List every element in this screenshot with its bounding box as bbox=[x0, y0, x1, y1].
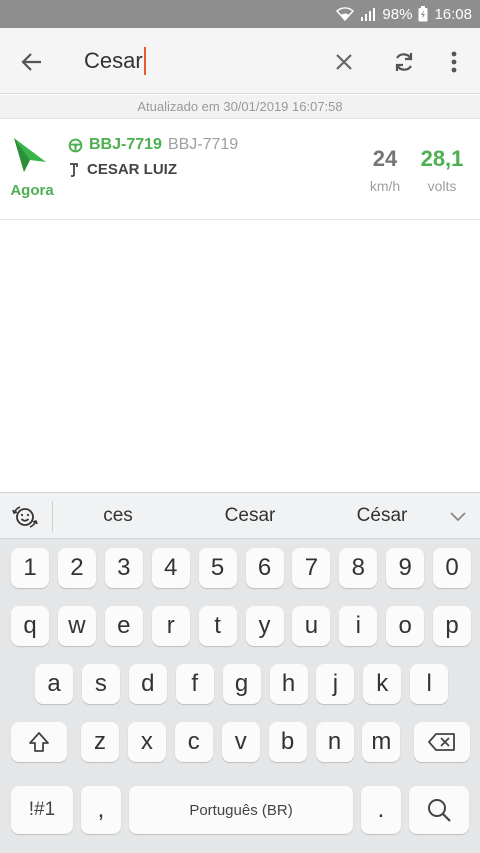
row2-key-7[interactable]: k bbox=[363, 664, 402, 704]
soft-keyboard: ces Cesar César 1234567890 qwertyuiop as… bbox=[0, 492, 480, 853]
row1-key-0[interactable]: q bbox=[11, 606, 49, 646]
screen: 98% 16:08 Cesar Atualizado em 30/01/2019… bbox=[0, 0, 480, 853]
close-icon bbox=[336, 54, 352, 70]
row2-key-4[interactable]: g bbox=[222, 664, 261, 704]
navigation-arrow-icon bbox=[14, 138, 46, 172]
search-key[interactable] bbox=[409, 786, 469, 834]
row_numbers-key-7[interactable]: 8 bbox=[339, 548, 378, 588]
voltage-unit: volts bbox=[427, 178, 457, 194]
voltage-block: 28,1 volts bbox=[414, 146, 470, 194]
wifi-icon bbox=[336, 7, 355, 21]
row1-key-1[interactable]: w bbox=[57, 606, 96, 646]
row1-key-4[interactable]: t bbox=[198, 606, 237, 646]
row1-key-8[interactable]: o bbox=[386, 606, 425, 646]
arrow-left-icon bbox=[21, 53, 41, 71]
row2-key-5[interactable]: h bbox=[269, 664, 308, 704]
battery-percent: 98% bbox=[382, 5, 413, 23]
refresh-button[interactable] bbox=[388, 46, 420, 78]
vehicle-plate: BBJ-7719 bbox=[89, 136, 162, 153]
chevron-down-icon bbox=[450, 512, 466, 522]
row_numbers-key-4[interactable]: 5 bbox=[198, 548, 237, 588]
row3-key-1[interactable]: x bbox=[127, 722, 166, 762]
voltage-value: 28,1 bbox=[420, 146, 464, 171]
last-updated-label: Atualizado em 30/01/2019 16:07:58 bbox=[0, 95, 480, 119]
row1-key-2[interactable]: e bbox=[104, 606, 143, 646]
row3-key-2[interactable]: c bbox=[174, 722, 213, 762]
suggestion-1[interactable]: ces bbox=[78, 505, 158, 527]
overflow-menu-button[interactable] bbox=[440, 46, 468, 78]
back-button[interactable] bbox=[16, 46, 48, 78]
row1-key-3[interactable]: r bbox=[151, 606, 190, 646]
suggestion-divider bbox=[52, 501, 53, 532]
row_numbers-key-9[interactable]: 0 bbox=[433, 548, 472, 588]
row3-key-6[interactable]: m bbox=[362, 722, 401, 762]
driver-name: CESAR LUIZ bbox=[87, 161, 177, 178]
last-seen-label: Agora bbox=[10, 182, 54, 199]
backspace-key[interactable] bbox=[414, 722, 470, 762]
row2-key-3[interactable]: f bbox=[175, 664, 214, 704]
clock: 16:08 bbox=[434, 5, 472, 23]
steering-wheel-icon bbox=[68, 138, 83, 152]
driver-icon bbox=[70, 163, 78, 177]
text-caret bbox=[143, 47, 146, 75]
row1-key-9[interactable]: p bbox=[433, 606, 472, 646]
row2-key-8[interactable]: l bbox=[410, 664, 449, 704]
period-key[interactable]: . bbox=[361, 786, 401, 834]
row1-key-7[interactable]: i bbox=[339, 606, 378, 646]
vehicle-plate-secondary: BBJ-7719 bbox=[167, 136, 239, 153]
row_numbers-key-3[interactable]: 4 bbox=[151, 548, 190, 588]
plate-line: BBJ-7719 BBJ-7719 bbox=[68, 136, 238, 154]
search-icon bbox=[428, 799, 451, 822]
symbols-key[interactable]: !#1 bbox=[11, 786, 73, 834]
speed-value: 24 bbox=[372, 146, 398, 171]
row_numbers-key-8[interactable]: 9 bbox=[386, 548, 425, 588]
row3-key-0[interactable]: z bbox=[81, 722, 119, 762]
suggestion-bar: ces Cesar César bbox=[0, 492, 480, 539]
comma-key[interactable]: , bbox=[81, 786, 121, 834]
vehicle-list-item[interactable]: Agora BBJ-7719 BBJ-7719 CESAR LUIZ 24 km… bbox=[0, 120, 480, 220]
shift-icon bbox=[29, 732, 49, 752]
row_numbers-key-6[interactable]: 7 bbox=[292, 548, 331, 588]
row2-key-2[interactable]: d bbox=[128, 664, 167, 704]
search-input-text: Cesar bbox=[84, 48, 143, 73]
speed-block: 24 km/h bbox=[362, 146, 408, 194]
row2-key-1[interactable]: s bbox=[81, 664, 120, 704]
search-app-bar: Cesar bbox=[0, 28, 480, 94]
search-input[interactable]: Cesar bbox=[84, 44, 314, 78]
row2-key-6[interactable]: j bbox=[316, 664, 355, 704]
row3-key-5[interactable]: n bbox=[315, 722, 354, 762]
speed-unit: km/h bbox=[369, 178, 401, 194]
suggestion-3[interactable]: César bbox=[340, 505, 424, 527]
row3-key-4[interactable]: b bbox=[268, 722, 307, 762]
row_numbers-key-0[interactable]: 1 bbox=[11, 548, 49, 588]
row1-key-5[interactable]: y bbox=[245, 606, 284, 646]
emoji-icon bbox=[12, 506, 38, 528]
emoji-button[interactable] bbox=[8, 502, 42, 532]
row1-key-6[interactable]: u bbox=[292, 606, 331, 646]
refresh-icon bbox=[395, 53, 413, 71]
more-vert-icon bbox=[451, 51, 457, 73]
backspace-icon bbox=[428, 733, 455, 751]
shift-key[interactable] bbox=[11, 722, 67, 762]
row_numbers-key-2[interactable]: 3 bbox=[104, 548, 143, 588]
space-key[interactable]: Português (BR) bbox=[129, 786, 353, 834]
row3-key-3[interactable]: v bbox=[221, 722, 260, 762]
suggestion-2[interactable]: Cesar bbox=[208, 505, 292, 527]
collapse-suggestions-button[interactable] bbox=[444, 505, 472, 529]
battery-icon bbox=[418, 6, 428, 22]
status-bar: 98% 16:08 bbox=[0, 0, 480, 28]
driver-line: CESAR LUIZ bbox=[68, 161, 177, 178]
row_numbers-key-5[interactable]: 6 bbox=[245, 548, 284, 588]
row2-key-0[interactable]: a bbox=[35, 664, 73, 704]
row_numbers-key-1[interactable]: 2 bbox=[57, 548, 96, 588]
clear-search-button[interactable] bbox=[328, 46, 360, 78]
signal-icon bbox=[360, 7, 376, 21]
